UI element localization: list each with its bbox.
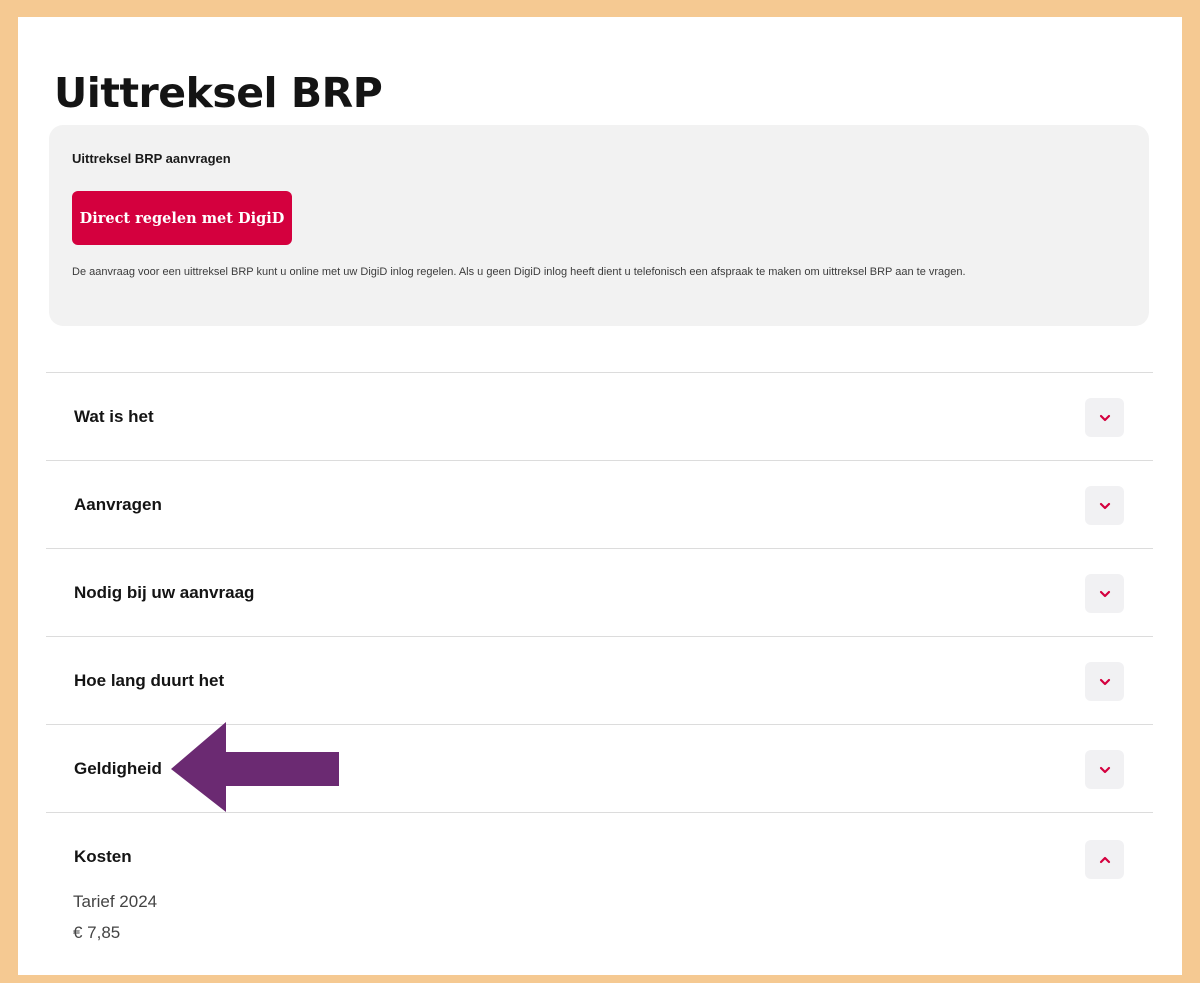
chevron-down-icon[interactable]	[1085, 574, 1124, 613]
chevron-down-icon[interactable]	[1085, 398, 1124, 437]
accordion-item-label: Kosten	[74, 847, 132, 866]
tariff-price: € 7,85	[73, 923, 121, 942]
chevron-down-icon[interactable]	[1085, 750, 1124, 789]
accordion-item-label: Wat is het	[74, 407, 154, 426]
chevron-up-icon[interactable]	[1085, 840, 1124, 879]
accordion-item-nodig-bij-uw-aanvraag[interactable]: Nodig bij uw aanvraag	[46, 548, 1153, 636]
page-title: Uittreksel BRP	[54, 69, 383, 117]
accordion-item-kosten[interactable]: Kosten Tarief 2024 € 7,85	[46, 812, 1153, 942]
accordion-item-label: Geldigheid	[74, 759, 162, 778]
accordion-item-hoe-lang-duurt-het[interactable]: Hoe lang duurt het	[46, 636, 1153, 724]
accordion-item-label: Nodig bij uw aanvraag	[74, 583, 255, 602]
digid-button[interactable]: Direct regelen met DigiD	[72, 191, 292, 245]
tariff-label: Tarief 2024	[73, 892, 158, 911]
accordion-item-label: Aanvragen	[74, 495, 162, 514]
chevron-down-icon[interactable]	[1085, 486, 1124, 525]
chevron-down-icon[interactable]	[1085, 662, 1124, 701]
card-heading: Uittreksel BRP aanvragen	[72, 151, 231, 166]
accordion-item-label: Hoe lang duurt het	[74, 671, 225, 690]
accordion-item-aanvragen[interactable]: Aanvragen	[46, 460, 1153, 548]
left-arrow-icon	[171, 722, 339, 812]
digid-request-card: Uittreksel BRP aanvragen Direct regelen …	[49, 125, 1149, 326]
card-description: De aanvraag voor een uittreksel BRP kunt…	[72, 266, 966, 278]
page-frame: Uittreksel BRP Uittreksel BRP aanvragen …	[18, 17, 1182, 975]
accordion-item-wat-is-het[interactable]: Wat is het	[46, 372, 1153, 460]
accordion: Wat is het Aanvragen Nodig bij uw aanvra…	[46, 372, 1153, 942]
